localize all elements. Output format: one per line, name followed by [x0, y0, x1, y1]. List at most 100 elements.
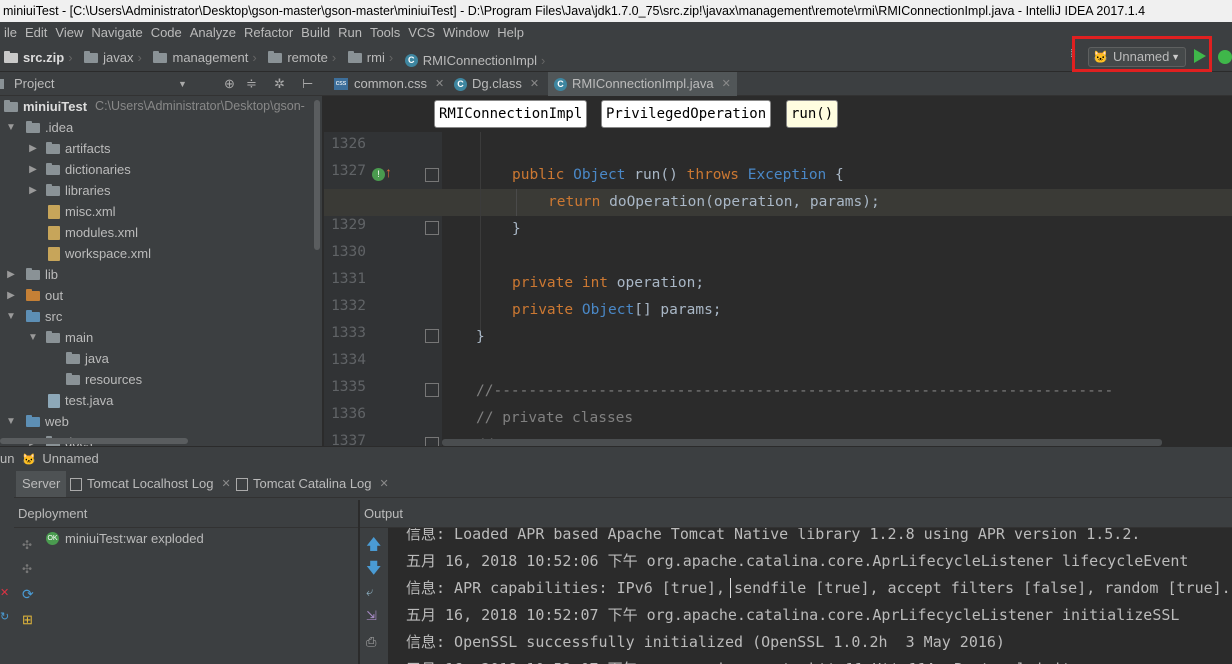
menu-window[interactable]: Window	[439, 22, 493, 44]
breadcrumb-src-zip[interactable]: src.zip ›	[0, 44, 77, 71]
tab-tomcat-catalina-log[interactable]: Tomcat Catalina Log ✕	[230, 471, 395, 497]
tree-item-src[interactable]: ▼ src	[4, 306, 62, 327]
tab-dg-class[interactable]: C Dg.class ✕	[448, 72, 545, 96]
console-line: 五月 16, 2018 10:52:07 下午 org.apache.catal…	[406, 606, 1180, 624]
close-icon[interactable]: ✕	[530, 72, 539, 96]
project-panel-title[interactable]: Project	[10, 76, 54, 91]
deployed-ok-icon: OK	[46, 532, 59, 545]
breadcrumb-rmi[interactable]: rmi ›	[344, 44, 397, 71]
menu-file[interactable]: ile	[0, 22, 21, 44]
tree-item-resources[interactable]: resources	[66, 369, 142, 390]
menu-analyze[interactable]: Analyze	[186, 22, 240, 44]
tree-scrollbar[interactable]	[314, 100, 320, 250]
code-crumb-class[interactable]: RMIConnectionImpl	[434, 100, 588, 128]
tree-item-workspace-xml[interactable]: workspace.xml	[48, 243, 151, 264]
tab-tomcat-localhost-log[interactable]: Tomcat Localhost Log ✕	[64, 471, 237, 497]
run-config-select[interactable]: 🐱 Unnamed ▼	[1088, 47, 1186, 67]
deploy-item[interactable]: OK miniuiTest:war exploded	[46, 528, 204, 549]
folder-icon	[66, 372, 80, 385]
run-toolbar: ✕ ↻	[0, 470, 14, 664]
console-line: 信息: OpenSSL successfully initialized (Op…	[406, 633, 1005, 651]
breadcrumb-management[interactable]: management ›	[149, 44, 260, 71]
deploy-undeploy-icon[interactable]: ✣	[22, 562, 32, 576]
tree-item-misc-xml[interactable]: misc.xml	[48, 201, 116, 222]
menu-edit[interactable]: Edit	[21, 22, 51, 44]
deploy-move-icon[interactable]: ✣	[22, 538, 32, 552]
menu-tools[interactable]: Tools	[366, 22, 404, 44]
tree-item-lib[interactable]: ▶ lib	[4, 264, 58, 285]
breadcrumb: src.zip › javax › management › remote › rmi ›…	[0, 44, 1232, 72]
breadcrumb-remote[interactable]: remote ›	[264, 44, 340, 71]
console-line: 五月 16, 2018 10:52:07 下午 org.apache.coyot…	[406, 656, 1071, 664]
up-arrow-icon[interactable]: 🡅	[366, 534, 381, 559]
close-icon[interactable]: ✕	[380, 471, 389, 497]
tree-item-artifacts[interactable]: ▶ artifacts	[26, 138, 110, 159]
menu-navigate[interactable]: Navigate	[87, 22, 146, 44]
chevron-down-icon[interactable]: ▼	[178, 72, 187, 96]
run-icon[interactable]	[1194, 49, 1206, 63]
code-line: // private classes	[476, 410, 634, 426]
code-breadcrumb: RMIConnectionImpl PrivilegedOperation ru…	[324, 96, 1232, 132]
menu-build[interactable]: Build	[297, 22, 334, 44]
chevron-right-icon: ›	[331, 50, 337, 65]
tree-item-java[interactable]: java	[66, 348, 109, 369]
menu-vcs[interactable]: VCS	[404, 22, 439, 44]
chevron-right-icon: ›	[540, 52, 546, 68]
breadcrumb-javax[interactable]: javax ›	[80, 44, 146, 71]
tree-item-out[interactable]: ▶ out	[4, 285, 63, 306]
scroll-to-end-icon[interactable]: ⇲	[366, 608, 377, 624]
tree-item-idea[interactable]: ▼ .idea	[4, 117, 73, 138]
gear-icon[interactable]: ✲	[274, 72, 285, 96]
folder-icon	[46, 330, 60, 343]
code-crumb-inner-class[interactable]: PrivilegedOperation	[601, 100, 772, 128]
tab-common-css[interactable]: css common.css ✕	[328, 72, 450, 96]
console-line: 信息: Loaded APR based Apache Tomcat Nativ…	[406, 528, 1141, 543]
tree-item-web[interactable]: ▼ web	[4, 411, 69, 432]
tab-rmiconnectionimpl[interactable]: C RMIConnectionImpl.java ✕	[548, 72, 737, 96]
code-line: private Object[] params;	[512, 302, 722, 318]
web-folder-icon	[26, 414, 40, 427]
debug-icon[interactable]	[1218, 50, 1232, 64]
tree-item-dictionaries[interactable]: ▶ dictionaries	[26, 159, 131, 180]
stop-icon[interactable]: ✕	[0, 586, 9, 599]
editor-hscrollbar[interactable]	[442, 439, 1162, 446]
collapse-all-icon[interactable]: ≑	[246, 72, 257, 96]
menu-view[interactable]: View	[51, 22, 87, 44]
tree-item-root[interactable]: miniuiTest C:\Users\Administrator\Deskto…	[4, 96, 305, 117]
tree-hscrollbar[interactable]	[0, 438, 188, 444]
code-line: public Object run() throws Exception {	[512, 167, 844, 183]
line-number: 1330	[331, 244, 366, 260]
folder-icon	[46, 183, 60, 196]
hide-panel-icon[interactable]: ⊢	[302, 72, 313, 96]
tomcat-icon: 🐱	[1093, 50, 1108, 64]
down-arrow-icon[interactable]: 🡇	[366, 558, 381, 583]
refresh-icon[interactable]: ⟳	[22, 586, 34, 603]
code-crumb-method[interactable]: run()	[786, 100, 839, 128]
close-icon[interactable]: ✕	[722, 72, 731, 96]
soft-wrap-icon[interactable]: ⤶	[366, 584, 373, 600]
console-output[interactable]: 信息: Loaded APR based Apache Tomcat Nativ…	[388, 528, 1232, 664]
log-icon	[70, 477, 82, 491]
print-icon[interactable]: ⎙	[366, 634, 376, 650]
menu-refactor[interactable]: Refactor	[240, 22, 297, 44]
tab-server[interactable]: Server	[16, 471, 67, 497]
tree-item-test-java[interactable]: test.java	[48, 390, 113, 411]
tree-item-modules-xml[interactable]: modules.xml	[48, 222, 138, 243]
tree-item-libraries[interactable]: ▶ libraries	[26, 180, 110, 201]
run-panel-title[interactable]: Unnamed	[42, 451, 98, 466]
tree-item-main[interactable]: ▼ main	[26, 327, 93, 348]
menu-help[interactable]: Help	[493, 22, 528, 44]
menu-run[interactable]: Run	[334, 22, 366, 44]
chevron-right-icon: ▶	[29, 185, 37, 196]
tomcat-icon: 🐱	[22, 454, 36, 466]
menu-code[interactable]: Code	[147, 22, 186, 44]
run-panel-header: un 🐱 Unnamed	[0, 446, 1232, 470]
log-icon	[236, 477, 248, 491]
java-file-icon	[48, 393, 60, 408]
rerun-icon[interactable]: ↻	[0, 610, 9, 623]
breadcrumb-class[interactable]: C RMIConnectionImpl ›	[401, 47, 550, 74]
scroll-from-source-icon[interactable]: ⊕	[224, 72, 235, 96]
close-icon[interactable]: ✕	[435, 72, 444, 96]
folder-icon	[26, 267, 40, 280]
artifact-icon[interactable]: ⊞	[22, 612, 33, 628]
